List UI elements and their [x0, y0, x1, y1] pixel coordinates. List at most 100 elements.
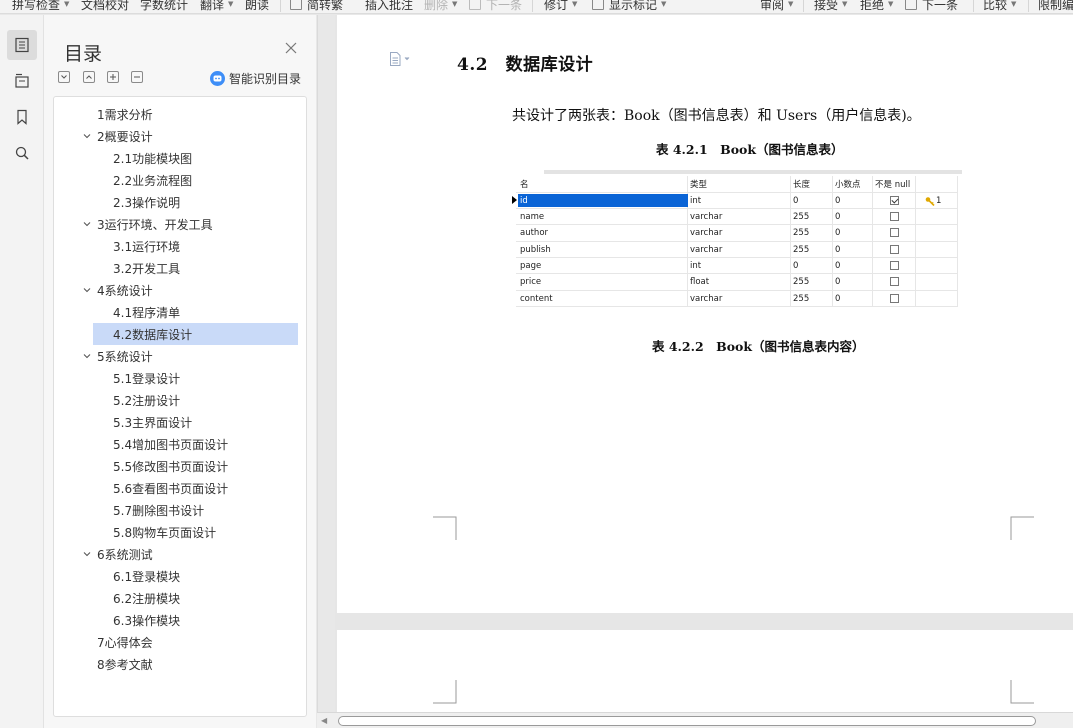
toc-item-label: 3.2开发工具	[113, 261, 181, 276]
toolbar-divider	[532, 0, 533, 12]
chevron-down-icon[interactable]	[82, 131, 92, 141]
add-heading-button[interactable]	[107, 71, 119, 83]
insert-comment-button[interactable]: 插入批注	[365, 0, 413, 13]
revise-button[interactable]: 修订 ▼	[544, 0, 577, 13]
toc-item[interactable]: 5.8购物车页面设计	[54, 521, 306, 543]
table-cell: 0	[835, 261, 841, 271]
restrict-edit-label: 限制编	[1038, 0, 1073, 12]
toc-item[interactable]: 3.1运行环境	[54, 235, 306, 257]
toc-item[interactable]: 2.1功能模块图	[54, 147, 306, 169]
translate-button[interactable]: 翻译 ▼	[200, 0, 233, 13]
row-divider	[516, 192, 958, 193]
not-null-checkbox	[890, 212, 899, 221]
toc-item[interactable]: 3运行环境、开发工具	[54, 213, 306, 235]
word-count-button[interactable]: 字数统计	[140, 0, 188, 13]
toc-item-selected[interactable]: 4.2数据库设计	[93, 323, 298, 345]
toc-item[interactable]: 5.1登录设计	[54, 367, 306, 389]
column-header-name: 名	[520, 180, 529, 190]
simp-trad-button[interactable]: 简转繁	[290, 0, 343, 13]
toc-item[interactable]: 3.2开发工具	[54, 257, 306, 279]
search-rail-button[interactable]	[7, 138, 37, 168]
collapse-all-button[interactable]	[58, 71, 70, 83]
column-header-type: 类型	[690, 180, 708, 190]
toc-item[interactable]: 5系统设计	[54, 345, 306, 367]
chapter-nav-rail-button[interactable]	[7, 66, 37, 96]
table-cell: price	[520, 277, 542, 287]
chevron-down-icon[interactable]	[82, 549, 92, 559]
toc-item[interactable]: 5.3主界面设计	[54, 411, 306, 433]
toc-item-label: 5.5修改图书页面设计	[113, 459, 229, 474]
toc-rail-button[interactable]	[7, 30, 37, 60]
read-aloud-button[interactable]: 朗读	[245, 0, 269, 13]
restrict-edit-button[interactable]: 限制编	[1038, 0, 1073, 13]
toc-item[interactable]: 6系统测试	[54, 543, 306, 565]
chevron-down-icon[interactable]	[82, 351, 92, 361]
row-divider	[516, 306, 958, 307]
toolbar-divider	[973, 0, 974, 12]
toc-item[interactable]: 5.4增加图书页面设计	[54, 433, 306, 455]
not-null-checkbox	[890, 228, 899, 237]
toc-item-label: 6.1登录模块	[113, 569, 181, 584]
not-null-checkbox	[890, 245, 899, 254]
minus-icon	[134, 76, 140, 78]
delete-comment-button[interactable]: 删除 ▼	[424, 0, 457, 13]
reject-button[interactable]: 拒绝 ▼	[860, 0, 893, 13]
compare-button[interactable]: 比较 ▼	[983, 0, 1016, 13]
expand-up-button[interactable]	[83, 71, 95, 83]
table-caption: 表 4.2.1 Book（图书信息表）	[656, 142, 844, 157]
toc-item[interactable]: 7心得体会	[54, 631, 306, 653]
toc-item[interactable]: 6.1登录模块	[54, 565, 306, 587]
paragraph-menu-button[interactable]	[389, 52, 411, 69]
next-comment-button[interactable]: 下一条	[469, 0, 522, 13]
table-cell: float	[690, 277, 710, 287]
key-order: 1	[936, 196, 942, 206]
revise-label: 修订	[544, 0, 569, 12]
table-screenshot: 名 类型 长度 小数点 不是 null id int 0 0 1 name va…	[510, 170, 962, 308]
chevron-down-icon: ▼	[228, 0, 234, 8]
toc-item[interactable]: 5.5修改图书页面设计	[54, 455, 306, 477]
doc-proof-label: 文档校对	[81, 0, 130, 12]
toc-item[interactable]: 4系统设计	[54, 279, 306, 301]
row-divider	[516, 290, 958, 291]
close-toc-button[interactable]	[284, 41, 298, 55]
horizontal-scrollbar[interactable]: ◀	[317, 712, 1073, 728]
toc-item[interactable]: 5.7删除图书设计	[54, 499, 306, 521]
toc-item[interactable]: 5.2注册设计	[54, 389, 306, 411]
toc-item[interactable]: 2.3操作说明	[54, 191, 306, 213]
table-cell: 0	[835, 277, 841, 287]
toc-item[interactable]: 5.6查看图书页面设计	[54, 477, 306, 499]
toc-item-label: 3运行环境、开发工具	[97, 217, 213, 232]
table-cell: id	[520, 196, 528, 206]
accept-button[interactable]: 接受 ▼	[814, 0, 847, 13]
next-change-button[interactable]: 下一条	[905, 0, 958, 13]
next-change-label: 下一条	[922, 0, 959, 12]
doc-proof-button[interactable]: 文档校对	[81, 0, 129, 13]
show-markup-button[interactable]: 显示标记 ▼	[592, 0, 666, 13]
toc-item[interactable]: 6.3操作模块	[54, 609, 306, 631]
smart-toc-button[interactable]: 智能识别目录	[210, 70, 301, 87]
toc-item[interactable]: 8参考文献	[54, 653, 306, 675]
remove-heading-button[interactable]	[131, 71, 143, 83]
toc-item[interactable]: 2.2业务流程图	[54, 169, 306, 191]
scrollbar-thumb[interactable]	[338, 716, 1036, 726]
bookmark-icon	[17, 109, 27, 125]
panel-splitter[interactable]	[317, 15, 335, 728]
table-cell: publish	[520, 245, 551, 255]
review-button[interactable]: 审阅 ▼	[760, 0, 793, 13]
bookmark-rail-button[interactable]	[7, 102, 37, 132]
not-null-checkbox	[890, 277, 899, 286]
toc-item-label: 6系统测试	[97, 547, 153, 562]
chevron-down-icon: ▼	[572, 0, 578, 8]
table-caption: 表 4.2.2 Book（图书信息表内容）	[652, 339, 865, 354]
toc-item-label: 7心得体会	[97, 635, 153, 650]
table-cell: varchar	[690, 228, 723, 238]
toc-item[interactable]: 2概要设计	[54, 125, 306, 147]
toc-item[interactable]: 6.2注册模块	[54, 587, 306, 609]
chevron-down-icon[interactable]	[82, 219, 92, 229]
spell-check-button[interactable]: 拼写检查 ▼	[12, 0, 69, 13]
toc-item[interactable]: 1需求分析	[54, 103, 306, 125]
scroll-left-icon[interactable]: ◀	[321, 716, 327, 725]
chevron-down-icon[interactable]	[82, 285, 92, 295]
delete-label: 删除	[424, 0, 449, 12]
toc-item[interactable]: 4.1程序清单	[54, 301, 306, 323]
